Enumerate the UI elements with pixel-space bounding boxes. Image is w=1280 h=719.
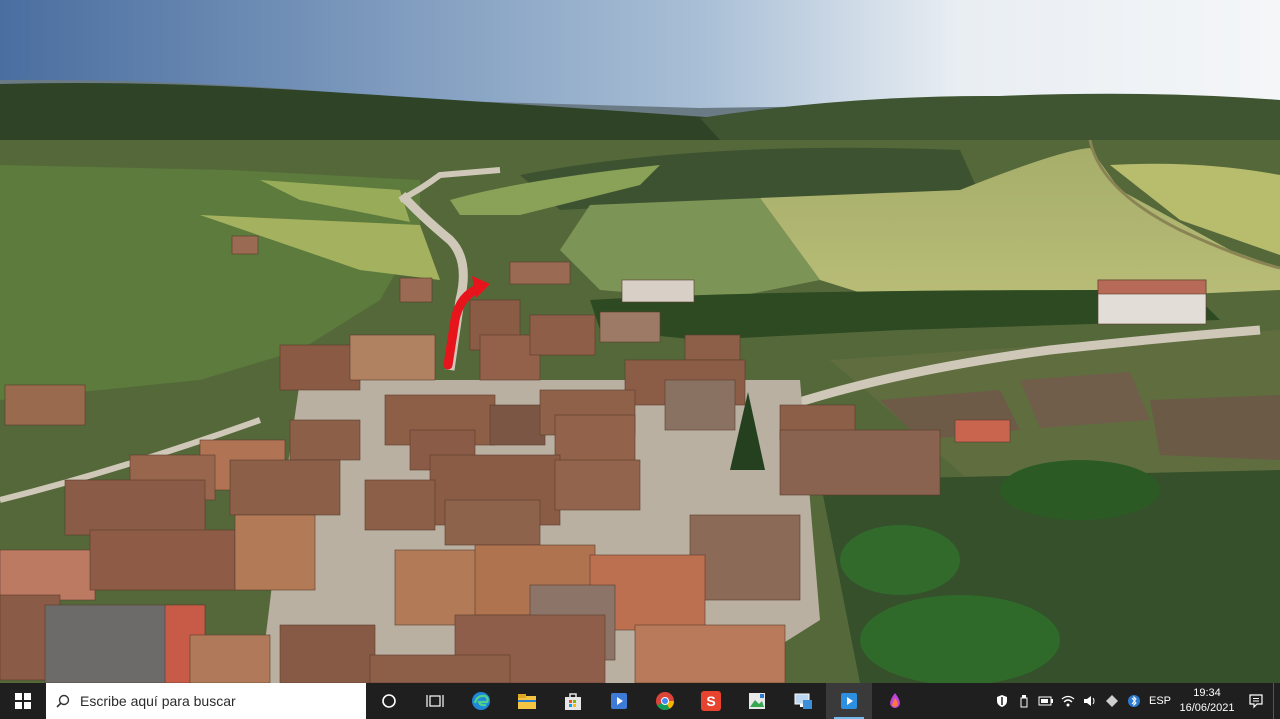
clock-date: 16/06/2021	[1179, 702, 1235, 714]
task-view-button[interactable]	[412, 683, 458, 719]
remote-desktop-icon	[794, 693, 812, 709]
search-placeholder: Escribe aquí para buscar	[80, 693, 236, 709]
media-player-icon	[611, 693, 627, 709]
store-button[interactable]	[550, 683, 596, 719]
active-app-button[interactable]	[826, 683, 872, 719]
photos-button[interactable]	[734, 683, 780, 719]
notification-center-button[interactable]	[1239, 683, 1273, 719]
paint-icon	[890, 693, 900, 708]
chrome-icon	[656, 692, 674, 711]
show-desktop-button[interactable]	[1273, 683, 1280, 719]
media-player-button[interactable]	[596, 683, 642, 719]
aerial-village-image	[0, 0, 1280, 683]
system-tray: ESP 19:34 16/06/2021	[991, 683, 1280, 719]
svg-text:S: S	[706, 693, 715, 709]
aerial-photo	[0, 0, 1280, 683]
task-view-icon	[426, 695, 444, 707]
search-icon	[56, 694, 70, 708]
cortana-button[interactable]	[366, 683, 412, 719]
notification-icon	[1249, 694, 1263, 709]
bluetooth-icon[interactable]	[1123, 683, 1145, 719]
file-explorer-button[interactable]	[504, 683, 550, 719]
clock[interactable]: 19:34 16/06/2021	[1175, 686, 1239, 716]
language-indicator[interactable]: ESP	[1145, 683, 1175, 719]
paint-button[interactable]	[872, 683, 918, 719]
edge-button[interactable]	[458, 683, 504, 719]
clock-time: 19:34	[1193, 687, 1221, 699]
store-icon	[565, 693, 581, 710]
search-box[interactable]: Escribe aquí para buscar	[46, 683, 366, 719]
battery-icon[interactable]	[1035, 683, 1057, 719]
edge-icon	[472, 692, 490, 710]
windows-logo-icon	[15, 693, 31, 709]
active-app-icon	[841, 693, 857, 709]
wps-button[interactable]: S	[688, 683, 734, 719]
volume-icon[interactable]	[1079, 683, 1101, 719]
start-button[interactable]	[0, 683, 46, 719]
photos-icon	[749, 693, 765, 709]
security-shield-icon[interactable]	[991, 683, 1013, 719]
cortana-icon	[382, 694, 396, 708]
wps-icon: S	[701, 691, 721, 711]
file-explorer-icon	[518, 694, 536, 709]
tray-app-icon[interactable]	[1101, 683, 1123, 719]
taskbar: Escribe aquí para buscar S ESP 19:34 16/…	[0, 683, 1280, 719]
chrome-button[interactable]	[642, 683, 688, 719]
usb-device-icon[interactable]	[1013, 683, 1035, 719]
remote-desktop-button[interactable]	[780, 683, 826, 719]
wifi-icon[interactable]	[1057, 683, 1079, 719]
